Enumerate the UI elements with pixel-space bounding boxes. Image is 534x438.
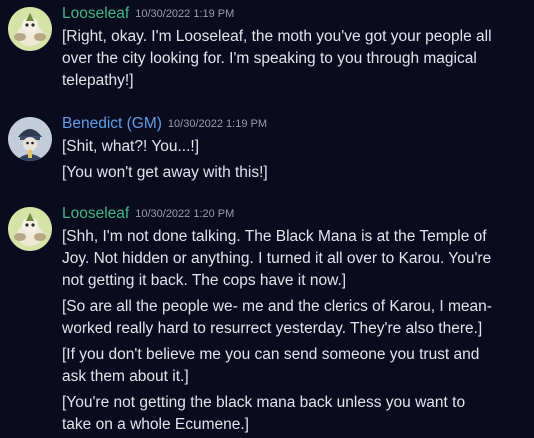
message-line: take on a whole Ecumene.]	[62, 416, 249, 433]
message-line: [If you don't believe me you can send so…	[62, 346, 480, 363]
message-timestamp: 10/30/2022 1:19 PM	[167, 118, 267, 130]
author-name[interactable]: Looseleaf	[62, 5, 129, 22]
message-line: over the city looking for. I'm speaking …	[62, 50, 477, 67]
message-header: Looseleaf 10/30/2022 1:20 PM	[62, 205, 234, 223]
message-line: telepathy!]	[62, 72, 134, 89]
moth-avatar-icon[interactable]	[8, 207, 52, 251]
knight-avatar-icon[interactable]	[8, 117, 52, 161]
message-line: not getting it back. The cops have it no…	[62, 272, 347, 289]
message-line: worked really hard to resurrect yesterda…	[62, 320, 483, 337]
message-header: Benedict (GM) 10/30/2022 1:19 PM	[62, 115, 267, 133]
message-line: Joy. Not hidden or anything. I turned it…	[62, 250, 492, 267]
author-name[interactable]: Benedict (GM)	[62, 115, 162, 132]
moth-avatar-icon[interactable]	[8, 7, 52, 51]
message-line: [Shit, what?! You...!]	[62, 138, 200, 155]
message-line: ask them about it.]	[62, 368, 189, 385]
message-header: Looseleaf 10/30/2022 1:19 PM	[62, 5, 234, 23]
message-line: [You're not getting the black mana back …	[62, 394, 466, 411]
author-name[interactable]: Looseleaf	[62, 205, 129, 222]
message-line: [Right, okay. I'm Looseleaf, the moth yo…	[62, 28, 492, 45]
message-line: [Shh, I'm not done talking. The Black Ma…	[62, 228, 487, 245]
message-line: [You won't get away with this!]	[62, 164, 268, 181]
message-timestamp: 10/30/2022 1:20 PM	[135, 208, 235, 220]
message-line: [So are all the people we- me and the cl…	[62, 298, 492, 315]
message-timestamp: 10/30/2022 1:19 PM	[135, 8, 235, 20]
